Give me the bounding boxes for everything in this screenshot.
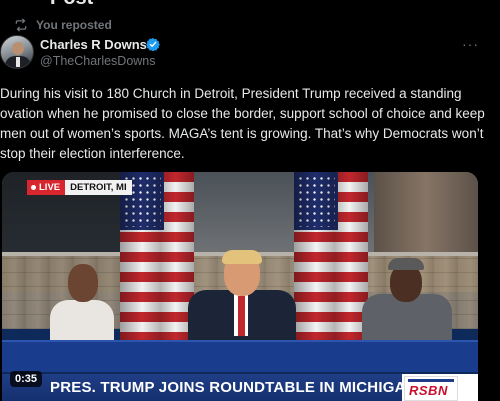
more-options-button[interactable]: ··· — [462, 36, 479, 52]
location-label: DETROIT, MI — [65, 180, 132, 195]
avatar[interactable] — [0, 35, 34, 69]
repost-indicator: You reposted — [14, 18, 112, 32]
lower-third-banner: PRES. TRUMP JOINS ROUNDTABLE IN MICHIGAN… — [2, 374, 478, 401]
channel-logo-text: RSBN — [409, 383, 448, 398]
video-duration: 0:35 — [10, 371, 43, 387]
author-handle[interactable]: @TheCharlesDowns — [40, 54, 156, 68]
live-badge: LIVE DETROIT, MI — [27, 180, 132, 195]
page-title: Post — [50, 0, 93, 10]
author-name[interactable]: Charles R Downs — [40, 37, 147, 52]
live-label: LIVE — [39, 182, 61, 193]
repost-label: You reposted — [36, 18, 112, 32]
video-headline: PRES. TRUMP JOINS ROUNDTABLE IN MICHIGAN — [50, 379, 417, 396]
american-flag-left — [120, 172, 194, 340]
rsbn-logo: RSBN — [404, 376, 458, 401]
video-player[interactable]: LIVE DETROIT, MI PRES. TRUMP JOINS ROUND… — [2, 172, 478, 401]
american-flag-right — [294, 172, 368, 340]
tweet-text: During his visit to 180 Church in Detroi… — [0, 86, 485, 161]
repost-icon — [14, 18, 28, 32]
